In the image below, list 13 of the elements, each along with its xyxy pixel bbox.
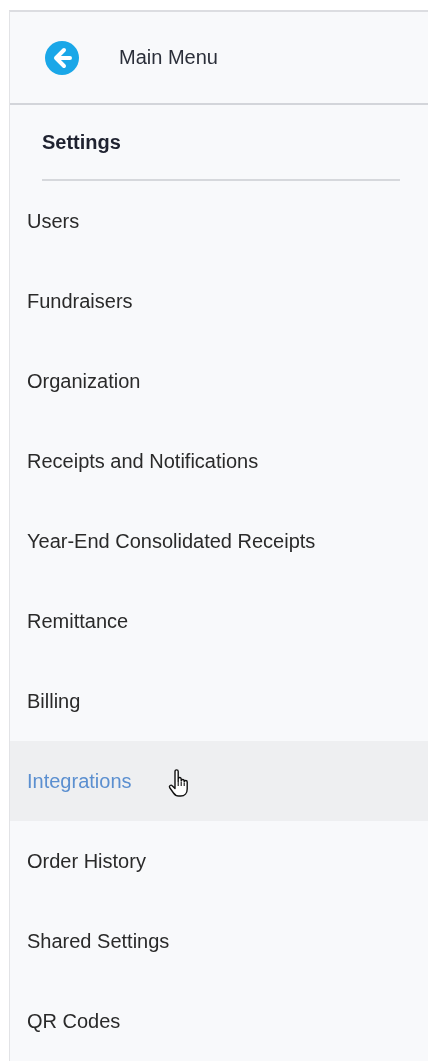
menu-item[interactable]: Receipts and Notifications <box>10 421 428 501</box>
section-title: Settings <box>42 130 121 154</box>
hand-cursor-icon <box>166 769 191 799</box>
menu-item[interactable]: Fundraisers <box>10 261 428 341</box>
main-menu-link[interactable]: Main Menu <box>45 40 218 75</box>
menu-item[interactable]: Order History <box>10 821 428 901</box>
menu-item[interactable]: Billing <box>10 661 428 741</box>
menu-item[interactable]: Remittance <box>10 581 428 661</box>
menu-item[interactable]: Organization <box>10 341 428 421</box>
menu-item[interactable]: QR Codes <box>10 981 428 1061</box>
menu-item[interactable]: Users <box>10 181 428 261</box>
menu-item[interactable]: Shared Settings <box>10 901 428 981</box>
menu-item[interactable]: Year-End Consolidated Receipts <box>10 501 428 581</box>
